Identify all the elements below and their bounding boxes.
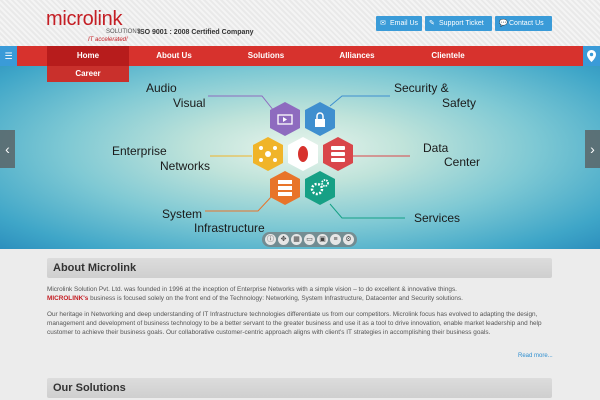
map-pin-icon[interactable] bbox=[583, 46, 600, 66]
brand-name: MICROLINK's bbox=[47, 295, 89, 302]
menu-toggle-icon[interactable]: ☰ bbox=[0, 46, 17, 66]
grid-icon[interactable]: ▦ bbox=[291, 234, 302, 245]
about-paragraph-3: Our heritage in Networking and deep unde… bbox=[47, 311, 542, 336]
hex-data-center-icon bbox=[323, 137, 353, 171]
nav-item-clientele[interactable]: Clientele bbox=[407, 46, 489, 66]
logo[interactable]: microlink SOLUTIONS IT accelerated! bbox=[46, 8, 141, 46]
nav-item-home[interactable]: Home bbox=[47, 46, 129, 66]
about-paragraph-2: MICROLINK's business is focused solely o… bbox=[47, 294, 552, 303]
support-ticket-button[interactable]: ✎ Support Ticket bbox=[425, 16, 492, 31]
gear-icon[interactable]: ⚙ bbox=[343, 234, 354, 245]
chevron-left-icon[interactable]: ‹ bbox=[0, 130, 15, 168]
slider-controls: ⓘ ✥ ▦ ▭ ▣ ≡ ⚙ bbox=[262, 232, 357, 247]
nav-item-about-us[interactable]: About Us bbox=[133, 46, 215, 66]
hex-enterprise-networks-icon bbox=[253, 137, 283, 171]
logo-subtitle: SOLUTIONS bbox=[106, 29, 141, 35]
nav-item-alliances[interactable]: Alliances bbox=[316, 46, 398, 66]
label-networks: Networks bbox=[160, 159, 211, 173]
hex-security-icon bbox=[305, 102, 335, 136]
line-security bbox=[329, 95, 390, 107]
hex-audio-visual-icon bbox=[270, 102, 300, 136]
nav-item-career[interactable]: Career bbox=[47, 66, 129, 82]
chat-icon: 💬 bbox=[499, 20, 508, 27]
support-ticket-label: Support Ticket bbox=[439, 20, 484, 27]
page: microlink SOLUTIONS IT accelerated! ISO … bbox=[0, 0, 600, 400]
hero-illustration bbox=[205, 95, 410, 219]
solutions-section-title: Our Solutions bbox=[47, 378, 552, 398]
certification-text: ISO 9001 : 2008 Certified Company bbox=[138, 29, 254, 36]
envelope-icon: ✉ bbox=[380, 20, 386, 27]
contact-us-label: Contact Us bbox=[509, 20, 544, 27]
list-icon[interactable]: ≡ bbox=[330, 234, 341, 245]
main-nav: ☰ Home About Us Solutions Alliances Clie… bbox=[0, 46, 600, 66]
chevron-right-icon[interactable]: › bbox=[585, 130, 600, 168]
ticket-icon: ✎ bbox=[429, 20, 435, 27]
about-section-title: About Microlink bbox=[47, 258, 552, 278]
label-security: Security & bbox=[394, 81, 449, 95]
label-enterprise: Enterprise bbox=[112, 144, 167, 158]
thumbnail-icon[interactable]: ▣ bbox=[317, 234, 328, 245]
label-center: Center bbox=[444, 155, 481, 169]
hex-services-icon bbox=[305, 171, 335, 205]
label-services: Services bbox=[414, 211, 461, 225]
line-services bbox=[329, 203, 405, 219]
hex-center-logo-icon bbox=[288, 137, 318, 171]
hero-slider: Audio Visual Security & Safety Enterpris… bbox=[0, 66, 600, 249]
contact-us-button[interactable]: 💬Contact Us bbox=[495, 16, 552, 31]
read-more-link[interactable]: Read more... bbox=[518, 353, 553, 359]
logo-wordmark: microlink bbox=[46, 8, 123, 30]
email-us-button[interactable]: ✉ Email Us bbox=[376, 16, 422, 31]
move-icon[interactable]: ✥ bbox=[278, 234, 289, 245]
email-us-label: Email Us bbox=[390, 20, 419, 27]
about-paragraph-2-text: business is focused solely on the front … bbox=[88, 295, 463, 302]
label-infrastructure: Infrastructure bbox=[194, 221, 265, 235]
site-header: microlink SOLUTIONS IT accelerated! ISO … bbox=[0, 0, 600, 46]
line-audio-visual bbox=[208, 95, 275, 112]
logo-tagline: IT accelerated! bbox=[88, 37, 128, 43]
label-safety: Safety bbox=[442, 96, 477, 110]
label-visual: Visual bbox=[173, 96, 206, 110]
label-audio: Audio bbox=[146, 81, 177, 95]
line-system bbox=[205, 195, 273, 212]
about-paragraph-1: Microlink Solution Pvt. Ltd. was founded… bbox=[47, 286, 457, 293]
label-data: Data bbox=[423, 141, 449, 155]
hex-system-infrastructure-icon bbox=[270, 171, 300, 205]
info-icon[interactable]: ⓘ bbox=[265, 234, 276, 245]
nav-item-solutions[interactable]: Solutions bbox=[225, 46, 307, 66]
label-system: System bbox=[162, 207, 203, 221]
slides-icon[interactable]: ▭ bbox=[304, 234, 315, 245]
